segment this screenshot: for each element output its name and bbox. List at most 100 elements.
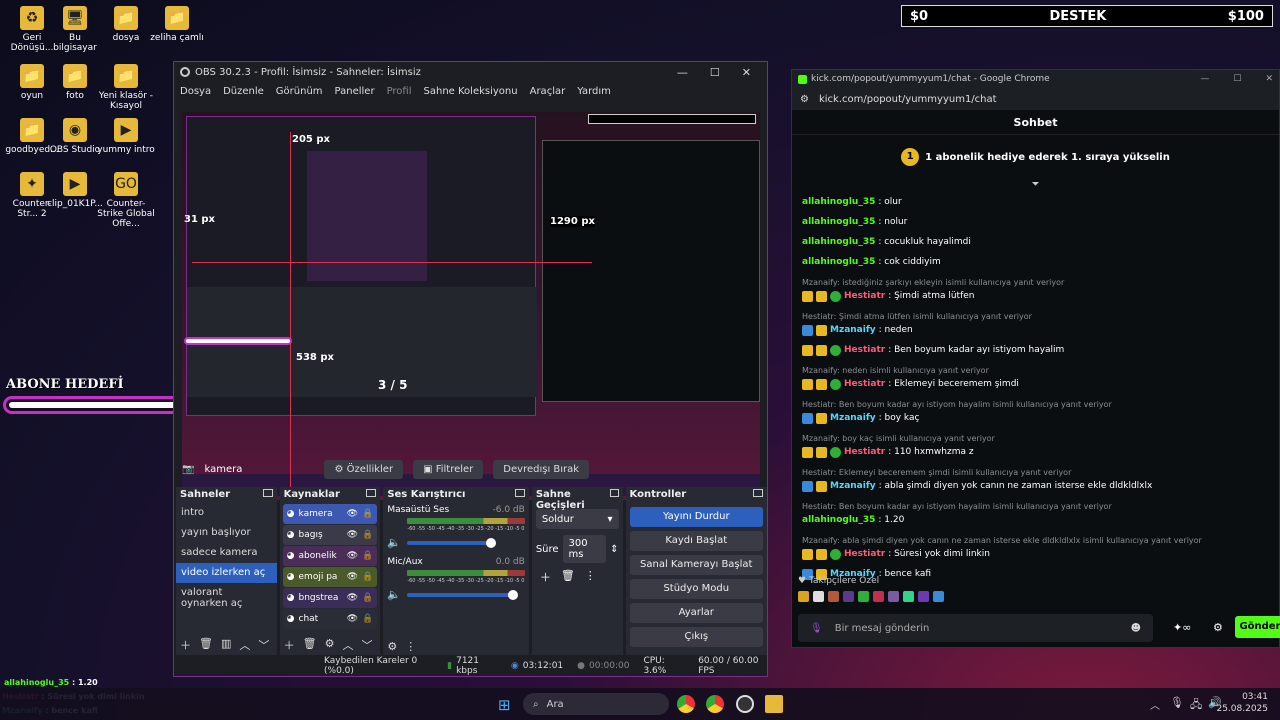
mic-icon[interactable]: 🎙: [810, 623, 823, 634]
desktop-icon[interactable]: ▶ yummy intro: [97, 118, 155, 155]
trash-icon[interactable]: 🗑: [561, 569, 575, 585]
tray-chevron-icon[interactable]: ︿: [1150, 697, 1160, 712]
chat-username[interactable]: allahinoglu_35: [802, 216, 875, 229]
file-explorer-icon[interactable]: [765, 695, 783, 713]
lock-icon[interactable]: 🔒: [362, 572, 373, 582]
obs-window[interactable]: OBS 30.2.3 - Profil: İsimsiz - Sahneler:…: [173, 61, 768, 677]
scene-item[interactable]: yayın başlıyor: [176, 523, 277, 543]
exit-button[interactable]: Çıkış: [629, 627, 764, 647]
minimize-icon[interactable]: —: [677, 66, 688, 79]
emote-icon[interactable]: [828, 591, 839, 602]
add-icon[interactable]: ＋: [540, 569, 551, 585]
source-item[interactable]: ◕ chat 👁 🔒: [282, 609, 378, 629]
obs-titlebar[interactable]: OBS 30.2.3 - Profil: İsimsiz - Sahneler:…: [174, 62, 767, 82]
eye-icon[interactable]: 👁: [347, 551, 358, 561]
clock-time[interactable]: 03:41: [1224, 692, 1268, 702]
chat-username[interactable]: Hestiatr: [844, 446, 885, 459]
filters-button[interactable]: ▣ Filtreler: [413, 459, 484, 479]
send-button[interactable]: Gönder: [1235, 616, 1280, 638]
stop-stream-button[interactable]: Yayını Durdur: [629, 507, 764, 527]
desktop-icon[interactable]: GO Counter-Strike Global Offe...: [97, 172, 155, 229]
chat-username[interactable]: Hestiatr: [844, 378, 885, 391]
scene-item[interactable]: valorant oynarken aç: [176, 583, 277, 609]
close-icon[interactable]: ✕: [742, 66, 751, 79]
down-icon[interactable]: ﹀: [362, 637, 373, 653]
gear-icon[interactable]: ⚙: [387, 640, 397, 653]
speaker-icon[interactable]: 🔈: [387, 536, 401, 549]
lock-icon[interactable]: 🔒: [362, 551, 373, 561]
volume-slider[interactable]: [407, 589, 519, 600]
clock-date[interactable]: 25.08.2025: [1216, 704, 1268, 714]
chrome-titlebar[interactable]: kick.com/popout/yummyyum1/chat - Google …: [792, 70, 1279, 88]
transition-select[interactable]: Soldur ▾: [535, 509, 619, 529]
windows-start-icon[interactable]: ⊞: [498, 696, 511, 714]
add-icon[interactable]: ＋: [180, 637, 191, 653]
chat-username[interactable]: allahinoglu_35: [802, 514, 875, 527]
menu-item-7[interactable]: Yardım: [577, 86, 611, 97]
virtual-camera-button[interactable]: Sanal Kamerayı Başlat: [629, 555, 764, 575]
emote-icon[interactable]: [813, 591, 824, 602]
chat-username[interactable]: allahinoglu_35: [802, 236, 875, 249]
desktop-icon[interactable]: ◉ OBS Studio: [46, 118, 104, 155]
emote-icon[interactable]: [858, 591, 869, 602]
emote-icon[interactable]: [873, 591, 884, 602]
desktop-icon[interactable]: 📁 zeliha çamlı: [148, 6, 206, 43]
eye-icon[interactable]: 👁: [347, 614, 358, 624]
undock-icon[interactable]: [366, 489, 377, 497]
emote-icon[interactable]: [918, 591, 929, 602]
source-item[interactable]: ◕ abonelik 👁 🔒: [282, 546, 378, 566]
emoji-icon[interactable]: ☻: [1131, 623, 1141, 634]
emote-icon[interactable]: [843, 591, 854, 602]
menu-item-0[interactable]: Dosya: [180, 86, 211, 97]
eye-icon[interactable]: 👁: [347, 530, 358, 540]
deactivate-button[interactable]: Devredışı Bırak: [493, 459, 590, 479]
chat-username[interactable]: Hestiatr: [844, 290, 885, 303]
start-recording-button[interactable]: Kaydı Başlat: [629, 531, 764, 551]
close-icon[interactable]: ✕: [1265, 74, 1273, 84]
chat-username[interactable]: Mzanaify: [830, 480, 876, 493]
menu-item-6[interactable]: Araçlar: [530, 86, 566, 97]
desktop-icon[interactable]: ▶ clip_01K1P...: [46, 172, 104, 209]
taskbar-search[interactable]: ⌕ Ara: [523, 693, 669, 715]
volume-slider[interactable]: [407, 537, 497, 548]
emote-icon[interactable]: [903, 591, 914, 602]
gear-icon[interactable]: ⚙: [1213, 621, 1223, 634]
maximize-icon[interactable]: ☐: [710, 66, 720, 79]
lock-icon[interactable]: 🔒: [362, 509, 373, 519]
lock-icon[interactable]: 🔒: [362, 614, 373, 624]
gear-icon[interactable]: ⚙: [325, 637, 335, 653]
kick-points-icon[interactable]: ✦∞: [1173, 621, 1191, 634]
address-bar[interactable]: ⚙ kick.com/popout/yummyyum1/chat: [792, 88, 1279, 110]
add-icon[interactable]: ＋: [284, 637, 295, 653]
undock-icon[interactable]: [514, 489, 525, 497]
desktop-icon[interactable]: 📁 foto: [46, 64, 104, 101]
url-text[interactable]: kick.com/popout/yummyyum1/chat: [819, 94, 997, 105]
chrome-taskbar-icon-2[interactable]: [706, 695, 724, 713]
source-item[interactable]: ◕ bagış 👁 🔒: [282, 525, 378, 545]
obs-taskbar-icon[interactable]: [736, 695, 754, 713]
emote-icon[interactable]: [798, 591, 809, 602]
duration-input[interactable]: 300 ms: [562, 535, 607, 563]
trash-icon[interactable]: 🗑: [199, 637, 213, 653]
more-icon[interactable]: ⋮: [405, 640, 416, 653]
chrome-window[interactable]: kick.com/popout/yummyyum1/chat - Google …: [791, 69, 1280, 648]
properties-button[interactable]: ⚙ Özellikler: [324, 459, 404, 479]
menu-item-1[interactable]: Düzenle: [223, 86, 264, 97]
scene-item[interactable]: intro: [176, 503, 277, 523]
chat-username[interactable]: Hestiatr: [844, 344, 885, 357]
collapse-icon[interactable]: ⏷: [792, 179, 1279, 190]
speaker-icon[interactable]: 🔈: [387, 588, 401, 601]
network-icon[interactable]: 🖧: [1190, 696, 1202, 715]
desktop-icon[interactable]: 🖥 Bu bilgisayar: [46, 6, 104, 53]
down-icon[interactable]: ﹀: [258, 637, 269, 653]
menu-item-2[interactable]: Görünüm: [276, 86, 323, 97]
maximize-icon[interactable]: ☐: [1233, 74, 1241, 84]
chrome-taskbar-icon[interactable]: [677, 695, 695, 713]
obs-preview[interactable]: 205 px 1290 px 31 px 538 px 3 / 5: [182, 112, 760, 500]
eye-icon[interactable]: 👁: [347, 509, 358, 519]
mic-tray-icon[interactable]: 🎙: [1170, 696, 1184, 709]
emote-icon[interactable]: [933, 591, 944, 602]
undock-icon[interactable]: [609, 489, 619, 497]
up-icon[interactable]: ︿: [343, 637, 354, 653]
emote-icon[interactable]: [888, 591, 899, 602]
